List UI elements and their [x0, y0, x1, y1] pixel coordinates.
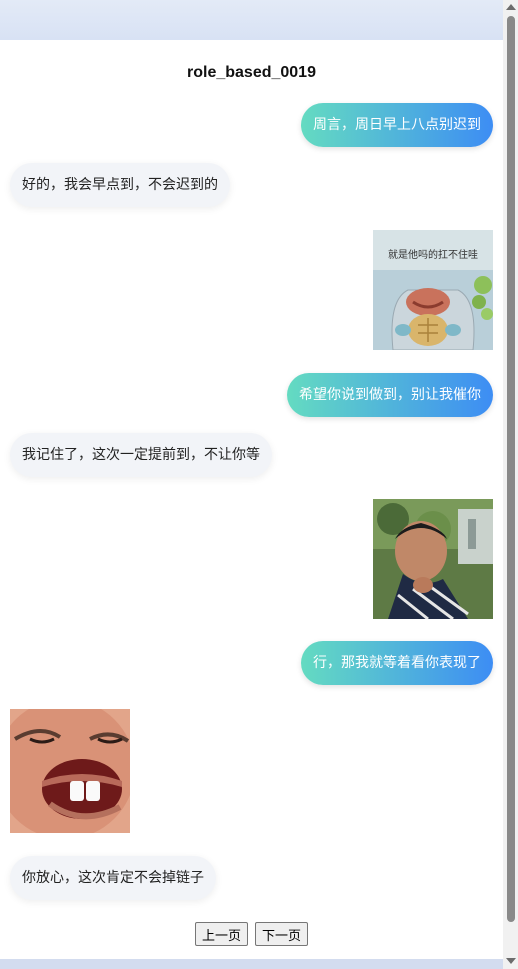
- top-banner: [0, 0, 503, 40]
- sticker-image-laughing-man[interactable]: [373, 499, 493, 619]
- next-page-button[interactable]: 下一页: [255, 922, 309, 946]
- sticker-image-bucktooth-face[interactable]: [10, 709, 130, 833]
- scroll-thumb[interactable]: [507, 16, 515, 922]
- prev-page-button[interactable]: 上一页: [194, 922, 248, 946]
- vertical-scrollbar[interactable]: [503, 0, 518, 969]
- pagination: 上一页 下一页: [0, 922, 503, 946]
- chat-panel: role_based_0019 周言，周日早上八点别迟到 好的，我会早点到，不会…: [0, 40, 503, 959]
- message-bubble-received: 我记住了，这次一定提前到，不让你等: [10, 433, 272, 477]
- scroll-up-arrow-icon[interactable]: [506, 4, 516, 10]
- sticker-image-turtle[interactable]: 就是他吗的扛不住哇: [373, 230, 493, 350]
- scroll-down-arrow-icon[interactable]: [506, 958, 516, 964]
- sticker-caption: 就是他吗的扛不住哇: [388, 248, 478, 261]
- message-bubble-sent: 希望你说到做到，别让我催你: [287, 373, 493, 417]
- chat-title: role_based_0019: [187, 64, 316, 81]
- message-bubble-received: 好的，我会早点到，不会迟到的: [10, 163, 230, 207]
- message-bubble-received: 你放心，这次肯定不会掉链子: [10, 856, 216, 900]
- bottom-banner: [0, 959, 503, 969]
- message-bubble-sent: 行，那我就等着看你表现了: [301, 641, 493, 685]
- message-bubble-sent: 周言，周日早上八点别迟到: [301, 103, 493, 147]
